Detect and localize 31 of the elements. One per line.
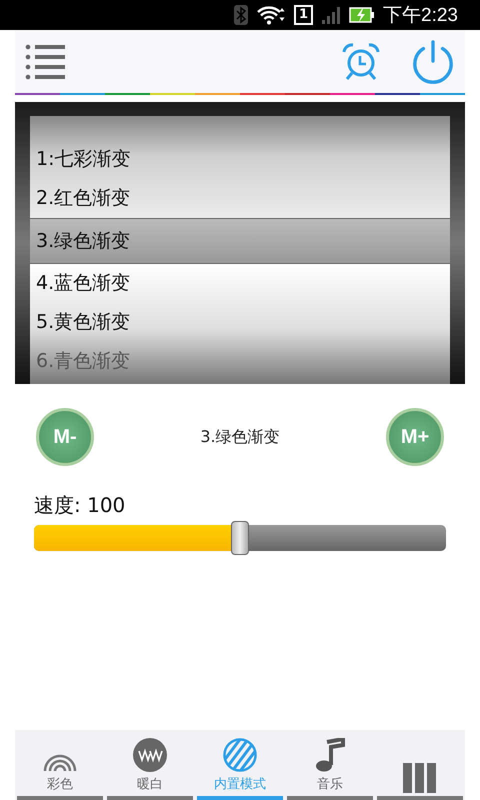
ww-circle-icon [133, 738, 167, 772]
mode-option[interactable]: 6.青色渐变 [30, 342, 450, 381]
power-icon[interactable] [411, 38, 455, 84]
speed-label: 速度: 100 [34, 492, 126, 519]
clock-time: 下午2:23 [383, 4, 458, 28]
alarm-clock-icon[interactable] [341, 42, 381, 82]
menu-icon[interactable] [25, 44, 67, 80]
music-note-icon [315, 738, 345, 772]
current-mode-label: 3.绿色渐变 [200, 426, 280, 448]
nav-tab[interactable]: 音乐 [285, 730, 375, 800]
signal-icon [321, 5, 342, 25]
battery-icon [349, 6, 376, 24]
mode-option[interactable]: 4.蓝色渐变 [30, 264, 450, 303]
bars-icon [402, 763, 438, 793]
tab-label: 彩色 [47, 776, 73, 793]
striped-circle-icon [223, 738, 257, 772]
mode-option[interactable]: 2.红色渐变 [30, 179, 450, 218]
mode-option[interactable]: 1:七彩渐变 [30, 140, 450, 179]
wifi-icon [256, 5, 286, 25]
mode-option[interactable]: 5.黄色渐变 [30, 303, 450, 342]
bluetooth-icon [234, 5, 248, 25]
tab-label: 暖白 [137, 776, 163, 793]
nav-tab[interactable]: 彩色 [15, 730, 105, 800]
tab-label: 音乐 [317, 776, 343, 793]
sim-slot-badge: 1 [294, 5, 314, 25]
next-mode-button[interactable]: M+ [386, 408, 444, 466]
tab-label: 内置模式 [214, 776, 266, 793]
slider-thumb[interactable] [231, 521, 249, 555]
mode-option[interactable]: 3.绿色渐变 [30, 218, 450, 264]
nav-tab[interactable]: 内置模式 [195, 730, 285, 800]
nav-tab[interactable]: 暖白 [105, 730, 195, 800]
